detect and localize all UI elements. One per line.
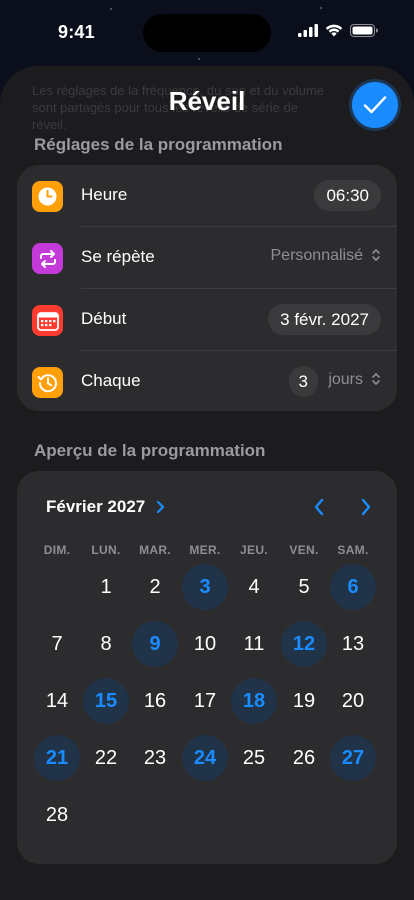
dynamic-island bbox=[143, 14, 271, 52]
wifi-icon bbox=[325, 24, 343, 37]
calendar-icon bbox=[32, 305, 63, 336]
calendar-day-selected[interactable]: 21 bbox=[34, 735, 80, 781]
weekday-label: VEN. bbox=[289, 543, 319, 557]
repeat-value[interactable]: Personnalisé bbox=[271, 247, 364, 265]
calendar-day[interactable]: 1 bbox=[83, 564, 129, 610]
chevron-updown-icon bbox=[372, 373, 380, 385]
interval-count-value[interactable]: 3 bbox=[288, 366, 318, 397]
calendar-day[interactable]: 22 bbox=[83, 735, 129, 781]
time-label: Heure bbox=[81, 185, 128, 204]
time-row[interactable]: Heure 06:30 bbox=[17, 165, 397, 227]
confirm-button[interactable] bbox=[352, 82, 398, 128]
previous-month-button[interactable] bbox=[307, 495, 331, 519]
repeat-icon bbox=[32, 243, 63, 274]
calendar-day-selected[interactable]: 12 bbox=[281, 621, 327, 667]
calendar-day[interactable]: 25 bbox=[231, 735, 277, 781]
schedule-settings-card: Heure 06:30 Se répète Personnalisé Début… bbox=[17, 165, 397, 411]
history-icon bbox=[32, 367, 63, 398]
calendar-day[interactable]: 2 bbox=[132, 564, 178, 610]
next-month-button[interactable] bbox=[354, 495, 378, 519]
weekday-label: JEU. bbox=[240, 543, 268, 557]
calendar-day-selected[interactable]: 9 bbox=[132, 621, 178, 667]
calendar-day[interactable]: 17 bbox=[182, 678, 228, 724]
calendar-day-selected[interactable]: 18 bbox=[231, 678, 277, 724]
chevron-right-icon bbox=[361, 498, 371, 516]
star-decoration bbox=[320, 7, 322, 9]
calendar-month-label[interactable]: Février 2027 bbox=[46, 497, 145, 517]
calendar-day-selected[interactable]: 3 bbox=[182, 564, 228, 610]
star-decoration bbox=[110, 8, 112, 10]
repeat-label: Se répète bbox=[81, 247, 155, 266]
calendar-day-selected[interactable]: 27 bbox=[330, 735, 376, 781]
interval-unit-value[interactable]: jours bbox=[328, 371, 363, 389]
start-label: Début bbox=[81, 309, 127, 328]
weekday-label: LUN. bbox=[91, 543, 121, 557]
weekday-label: MAR. bbox=[139, 543, 171, 557]
calendar-day-selected[interactable]: 24 bbox=[182, 735, 228, 781]
calendar-day[interactable]: 23 bbox=[132, 735, 178, 781]
time-value[interactable]: 06:30 bbox=[314, 180, 381, 211]
cellular-signal-icon bbox=[298, 24, 318, 37]
calendar-day[interactable]: 8 bbox=[83, 621, 129, 667]
calendar-day[interactable]: 5 bbox=[281, 564, 327, 610]
calendar-day-selected[interactable]: 15 bbox=[83, 678, 129, 724]
status-icons bbox=[298, 24, 378, 37]
calendar-day[interactable]: 28 bbox=[34, 792, 80, 838]
star-decoration bbox=[198, 58, 200, 60]
calendar-day[interactable]: 10 bbox=[182, 621, 228, 667]
chevron-right-icon[interactable] bbox=[156, 500, 165, 514]
start-row[interactable]: Début 3 févr. 2027 bbox=[17, 289, 397, 351]
calendar-day[interactable]: 16 bbox=[132, 678, 178, 724]
weekday-label: MER. bbox=[189, 543, 221, 557]
checkmark-icon bbox=[363, 96, 387, 114]
repeat-row[interactable]: Se répète Personnalisé bbox=[17, 227, 397, 289]
interval-row[interactable]: Chaque 3 jours bbox=[17, 351, 397, 413]
chevron-updown-icon bbox=[372, 249, 380, 261]
calendar-day[interactable]: 26 bbox=[281, 735, 327, 781]
calendar-day[interactable]: 11 bbox=[231, 621, 277, 667]
status-bar: 9:41 bbox=[0, 0, 414, 62]
calendar-day[interactable]: 13 bbox=[330, 621, 376, 667]
calendar-day[interactable]: 19 bbox=[281, 678, 327, 724]
calendar-card: Février 2027 DIM. LUN. MAR. MER. JEU. VEN. SAM… bbox=[17, 471, 397, 864]
alarm-sheet: Les réglages de la fréquence, du son et … bbox=[0, 66, 414, 900]
calendar-day[interactable]: 20 bbox=[330, 678, 376, 724]
calendar-day-selected[interactable]: 6 bbox=[330, 564, 376, 610]
interval-label: Chaque bbox=[81, 371, 141, 390]
weekday-label: DIM. bbox=[43, 543, 71, 557]
weekday-label: SAM. bbox=[337, 543, 369, 557]
battery-icon bbox=[350, 24, 378, 37]
schedule-settings-title: Réglages de la programmation bbox=[34, 135, 283, 154]
calendar-day[interactable]: 7 bbox=[34, 621, 80, 667]
calendar-day[interactable]: 14 bbox=[34, 678, 80, 724]
clock-icon bbox=[32, 181, 63, 212]
preview-title: Aperçu de la programmation bbox=[34, 441, 266, 460]
start-date-value[interactable]: 3 févr. 2027 bbox=[268, 304, 381, 335]
calendar-day[interactable]: 4 bbox=[231, 564, 277, 610]
chevron-left-icon bbox=[314, 498, 324, 516]
status-time: 9:41 bbox=[58, 22, 95, 42]
